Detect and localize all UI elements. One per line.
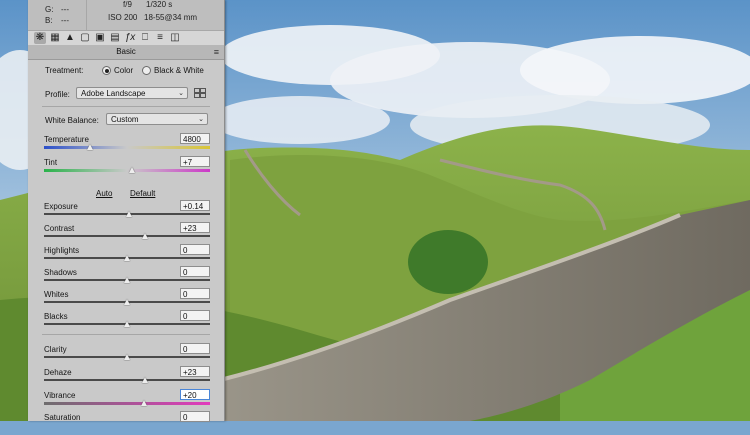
chevron-down-icon: ⌄	[198, 116, 204, 123]
highlights-input[interactable]: 0	[180, 244, 210, 255]
dehaze-slider-track[interactable]	[44, 379, 210, 381]
default-button[interactable]: Default	[130, 189, 155, 198]
clarity-input[interactable]: 0	[180, 343, 210, 354]
temperature-input[interactable]: 4800	[180, 133, 210, 144]
vibrance-label: Vibrance	[44, 391, 76, 400]
exposure-label: Exposure	[44, 202, 78, 211]
presets-icon[interactable]: ≡	[154, 32, 166, 44]
vibrance-slider-thumb[interactable]	[140, 400, 147, 406]
exposure-control: Exposure +0.14	[28, 200, 224, 224]
contrast-slider-thumb[interactable]	[142, 233, 149, 239]
vibrance-slider-track[interactable]	[44, 402, 210, 405]
profile-browser-icon[interactable]	[194, 88, 206, 99]
whites-input[interactable]: 0	[180, 288, 210, 299]
hsl-icon[interactable]: ▢	[79, 32, 91, 44]
profile-select-value: Adobe Landscape	[81, 89, 146, 98]
tint-control: Tint +7	[28, 156, 224, 180]
black-white-radio[interactable]	[142, 66, 151, 75]
tint-slider-thumb[interactable]	[128, 167, 135, 173]
blacks-input[interactable]: 0	[180, 310, 210, 321]
dehaze-label: Dehaze	[44, 368, 72, 377]
b-label: B:	[45, 16, 53, 25]
contrast-input[interactable]: +23	[180, 222, 210, 233]
split-toning-icon[interactable]: ▣	[94, 32, 106, 44]
contrast-label: Contrast	[44, 224, 75, 233]
chevron-down-icon: ⌄	[178, 90, 184, 97]
white-balance-value: Custom	[111, 115, 139, 124]
camera-raw-panel: G: --- B: --- f/9 1/320 s ISO 200 18-55@…	[28, 0, 225, 422]
lens-icon[interactable]: ▤	[109, 32, 121, 44]
dehaze-input[interactable]: +23	[180, 366, 210, 377]
detail-icon[interactable]: ▲	[64, 32, 76, 44]
section-divider	[42, 106, 210, 107]
vibrance-control: Vibrance +20	[28, 389, 224, 413]
section-divider	[42, 334, 210, 335]
exposure-slider-thumb[interactable]	[125, 211, 132, 217]
b-value: ---	[61, 16, 69, 25]
shadows-control: Shadows 0	[28, 266, 224, 290]
contrast-slider-track[interactable]	[44, 235, 210, 237]
clarity-slider-thumb[interactable]	[124, 354, 130, 360]
whites-control: Whites 0	[28, 288, 224, 312]
vibrance-input[interactable]: +20	[180, 389, 210, 400]
snapshots-icon[interactable]: ◫	[169, 32, 181, 44]
basic-icon[interactable]: ❋	[34, 32, 46, 44]
dehaze-control: Dehaze +23	[28, 366, 224, 390]
auto-button[interactable]: Auto	[96, 189, 112, 198]
shutter-value: 1/320 s	[146, 0, 173, 9]
calibration-icon[interactable]: ⎕	[139, 32, 151, 44]
panel-menu-icon[interactable]: ≡	[214, 45, 219, 59]
profile-label: Profile:	[45, 90, 70, 99]
treatment-label: Treatment:	[45, 66, 84, 75]
temperature-slider-track[interactable]	[44, 146, 210, 149]
color-radio[interactable]	[102, 66, 111, 75]
contrast-control: Contrast +23	[28, 222, 224, 246]
saturation-input[interactable]: 0	[180, 411, 210, 422]
shadows-input[interactable]: 0	[180, 266, 210, 277]
tint-label: Tint	[44, 158, 58, 167]
highlights-control: Highlights 0	[28, 244, 224, 268]
image-info-header: G: --- B: --- f/9 1/320 s ISO 200 18-55@…	[28, 0, 224, 30]
highlights-slider-thumb[interactable]	[124, 255, 130, 261]
tint-input[interactable]: +7	[180, 156, 210, 167]
temperature-label: Temperature	[44, 135, 89, 144]
aperture-value: f/9	[123, 0, 132, 9]
g-label: G:	[45, 5, 54, 14]
temperature-control: Temperature 4800	[28, 133, 224, 157]
blacks-label: Blacks	[44, 312, 68, 321]
temperature-slider-thumb[interactable]	[87, 144, 94, 150]
basic-section-header: Basic ≡	[28, 45, 224, 60]
clarity-label: Clarity	[44, 345, 67, 354]
profile-select[interactable]: Adobe Landscape ⌄	[76, 87, 188, 99]
photo-left-edge	[0, 0, 28, 421]
blacks-control: Blacks 0	[28, 310, 224, 334]
panel-tabs: ❋ ▦ ▲ ▢ ▣ ▤ ƒx ⎕ ≡ ◫	[28, 30, 224, 46]
iso-value: ISO 200	[108, 13, 138, 22]
whites-slider-thumb[interactable]	[124, 299, 130, 305]
saturation-control: Saturation 0	[28, 411, 224, 435]
exposure-input[interactable]: +0.14	[180, 200, 210, 211]
blacks-slider-thumb[interactable]	[124, 321, 130, 327]
color-radio-label[interactable]: Color	[114, 66, 133, 75]
clarity-control: Clarity 0	[28, 343, 224, 367]
shadows-label: Shadows	[44, 268, 77, 277]
shadows-slider-thumb[interactable]	[124, 277, 130, 283]
highlights-label: Highlights	[44, 246, 80, 255]
black-white-radio-label[interactable]: Black & White	[154, 66, 204, 75]
white-balance-select[interactable]: Custom ⌄	[106, 113, 208, 125]
fx-icon[interactable]: ƒx	[124, 32, 136, 44]
info-separator	[86, 0, 87, 30]
whites-label: Whites	[44, 290, 69, 299]
basic-title: Basic	[116, 47, 136, 56]
g-value: ---	[61, 5, 69, 14]
white-balance-label: White Balance:	[45, 116, 99, 125]
lens-value: 18-55@34 mm	[144, 13, 198, 22]
tint-slider-track[interactable]	[44, 169, 210, 172]
dehaze-slider-thumb[interactable]	[142, 377, 149, 383]
tone-curve-icon[interactable]: ▦	[49, 32, 61, 44]
